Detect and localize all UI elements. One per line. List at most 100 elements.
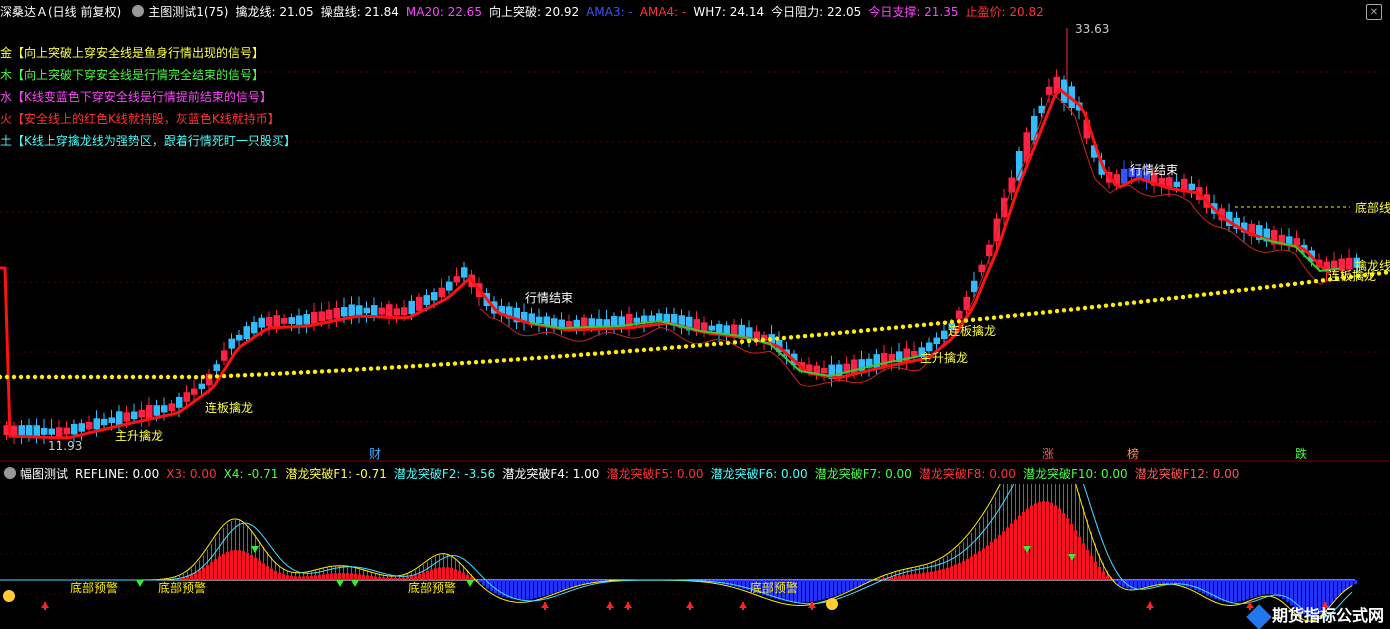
positive-bar xyxy=(1058,508,1061,580)
positive-bar xyxy=(466,574,469,580)
negative-bar xyxy=(578,580,581,586)
dragon-dot xyxy=(431,362,437,368)
dragon-dot xyxy=(242,372,248,378)
dragon-dot xyxy=(1152,298,1158,303)
dragon-dot xyxy=(760,337,766,343)
candle-body xyxy=(236,334,243,341)
candle-body xyxy=(1278,234,1285,243)
down-arrow-icon xyxy=(136,580,144,587)
dragon-dot xyxy=(39,374,45,380)
dragon-dot xyxy=(32,374,38,380)
indicator-name[interactable]: 主图测试1(75) xyxy=(148,3,228,20)
indicator-value: 擒龙线: 21.05 xyxy=(235,4,314,19)
negative-bar xyxy=(1134,580,1137,589)
negative-bar xyxy=(1246,580,1249,600)
positive-bar xyxy=(366,575,369,580)
negative-bar xyxy=(1146,580,1149,587)
negative-bar xyxy=(1186,580,1189,587)
candle-body xyxy=(438,287,445,298)
candle-body xyxy=(941,330,948,339)
candle-body xyxy=(431,292,438,301)
chart-title[interactable]: 深桑达Ａ(日线 前复权) xyxy=(0,3,121,20)
positive-bar xyxy=(1042,501,1045,580)
dragon-dot xyxy=(319,369,325,374)
negative-bar xyxy=(854,580,857,588)
event-marker: 榜 xyxy=(1127,446,1139,461)
positive-bar xyxy=(222,553,225,580)
negative-bar xyxy=(818,580,821,601)
positive-bar xyxy=(402,577,405,580)
positive-bar xyxy=(282,574,285,580)
smiley-icon xyxy=(3,590,15,602)
candle-body xyxy=(723,325,730,335)
negative-bar xyxy=(562,580,565,590)
negative-bar xyxy=(1242,580,1245,601)
indicator-value: 今日阻力: 22.05 xyxy=(771,4,862,19)
support-line xyxy=(479,93,1331,387)
positive-bar xyxy=(330,573,333,580)
dragon-dot xyxy=(18,374,24,380)
dragon-dot xyxy=(487,359,493,364)
dragon-dot xyxy=(921,322,927,327)
candle-body xyxy=(273,315,280,328)
dragon-dot xyxy=(88,374,94,380)
positive-bar xyxy=(414,575,417,580)
positive-bar xyxy=(390,578,393,580)
dragon-dot xyxy=(473,359,479,365)
dragon-dot xyxy=(767,337,773,342)
dragon-dot xyxy=(1110,302,1116,308)
candle-body xyxy=(48,428,55,435)
close-icon[interactable]: ✕ xyxy=(1366,4,1382,20)
sub-chart-title[interactable]: 幅图测试 xyxy=(20,465,68,482)
candle-body xyxy=(663,313,670,323)
dragon-dot xyxy=(865,328,871,333)
oscillator-line xyxy=(0,484,1353,622)
negative-bar xyxy=(1270,580,1273,595)
positive-bar xyxy=(950,566,953,580)
negative-bar xyxy=(1198,580,1201,592)
negative-bar xyxy=(1266,580,1269,595)
positive-bar xyxy=(382,577,385,580)
indicator-value: 向上突破: 20.92 xyxy=(488,4,580,19)
candle-body xyxy=(446,281,453,291)
dragon-dot xyxy=(550,354,556,360)
candle-body xyxy=(191,388,198,395)
dragon-dot xyxy=(704,342,710,347)
positive-bar xyxy=(966,558,969,580)
dragon-dot xyxy=(46,374,52,380)
candlestick-chart[interactable]: 主升擒龙连板擒龙行情结束连板擒龙主升擒龙行情结束底部线擒龙线连板擒龙33.631… xyxy=(0,22,1390,462)
gear-icon[interactable] xyxy=(132,5,145,17)
signal-line xyxy=(0,484,1353,619)
positive-bar xyxy=(954,564,957,580)
positive-bar xyxy=(374,576,377,580)
candle-body xyxy=(161,405,168,413)
negative-bar xyxy=(1354,580,1357,585)
positive-bar xyxy=(1086,549,1089,580)
gear-icon[interactable] xyxy=(4,467,16,479)
positive-bar xyxy=(386,577,389,580)
dragon-dot xyxy=(669,345,675,350)
positive-bar xyxy=(238,550,241,580)
dragon-dot xyxy=(1026,311,1032,317)
dragon-dot xyxy=(522,356,528,362)
dragon-dot xyxy=(452,361,458,366)
sub-indicator-value: 潜龙突破F2: -3.56 xyxy=(393,466,496,481)
positive-bar xyxy=(346,573,349,580)
dragon-dot xyxy=(753,338,759,343)
dragon-dot xyxy=(942,320,948,325)
dragon-dot xyxy=(823,331,829,337)
candle-body xyxy=(1016,151,1023,181)
dragon-dot xyxy=(284,370,290,376)
positive-bar xyxy=(298,576,301,580)
candle-body xyxy=(266,316,273,327)
positive-bar xyxy=(1070,523,1073,580)
dragon-dot xyxy=(1005,314,1011,319)
dragon-dot xyxy=(697,343,703,348)
candle-body xyxy=(86,421,93,430)
oscillator-chart[interactable]: 底部预警 底部预警 底部预警 底部预警 xyxy=(0,484,1390,628)
dragon-dot xyxy=(382,365,388,371)
candle-body xyxy=(228,338,235,349)
dragon-dot xyxy=(1012,313,1018,318)
dragon-dot xyxy=(1320,278,1326,283)
dragon-dot xyxy=(158,374,164,380)
